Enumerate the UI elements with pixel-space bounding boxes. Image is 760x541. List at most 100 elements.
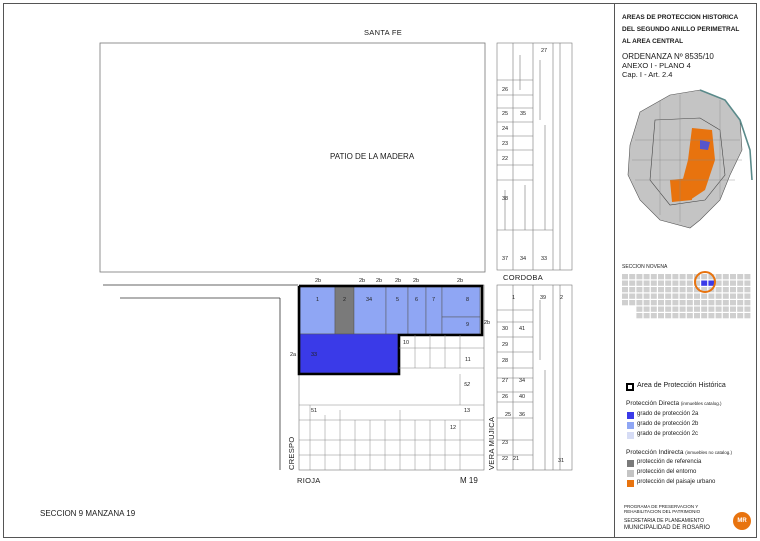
grid-block [679, 287, 686, 293]
lot-number: 27 [541, 48, 548, 54]
grid-block [715, 293, 722, 299]
grid-block [629, 274, 636, 280]
grid-block [737, 293, 744, 299]
grid-block [622, 274, 628, 280]
street-vera-mujica: VERA MUJICA [487, 416, 496, 470]
grid-block [744, 313, 751, 319]
grid-block [643, 274, 650, 280]
grid-block [701, 306, 708, 312]
grid-block [650, 274, 657, 280]
lot-number: 1 [316, 297, 320, 303]
lot-number: 40 [519, 394, 526, 400]
grade-label: 2b [484, 320, 491, 326]
lot-number: 36 [519, 412, 526, 418]
grid-block [636, 287, 643, 293]
legend-indirect-title: Protección Indirecta (inmuebles no catal… [626, 449, 732, 456]
lot-number: 34 [519, 378, 526, 384]
grid-block [636, 280, 643, 286]
grid-block [622, 293, 628, 299]
lot-number: 29 [502, 342, 509, 348]
lot-number: 37 [502, 256, 509, 262]
grade-label: 2b [457, 278, 464, 284]
crespo-edge [103, 284, 298, 470]
map-sheet: SANTA FE CORDOBA RIOJA CRESPO VERA MUJIC… [0, 0, 760, 541]
grid-block [708, 313, 715, 319]
grid-block [744, 306, 751, 312]
grid-block [650, 293, 657, 299]
grid-block [722, 293, 729, 299]
grid-block [701, 293, 708, 299]
grid-block [650, 287, 657, 293]
grid-block [665, 274, 672, 280]
lot-number: 33 [311, 352, 318, 358]
grid-block [672, 287, 679, 293]
grade-label: 2b [315, 278, 322, 284]
lot-number: 10 [403, 340, 410, 346]
legend-direct-title-text: Protección Directa [626, 400, 680, 407]
parcel-8 [441, 286, 481, 318]
grid-block [643, 313, 650, 319]
title-line-3: AL AREA CENTRAL [622, 38, 684, 45]
grid-block [629, 287, 636, 293]
legend-direct-sub: (inmuebles catalog.) [680, 401, 722, 406]
grid-block [708, 293, 715, 299]
grid-block [658, 306, 664, 312]
grid-block [737, 280, 744, 286]
grid-block [658, 280, 664, 286]
grid-block [622, 280, 628, 286]
grid-block [694, 306, 700, 312]
grid-block [701, 300, 708, 306]
grid-block [658, 293, 664, 299]
grid-block [715, 306, 722, 312]
grid-block [686, 274, 693, 280]
grid-block [744, 274, 751, 280]
grid-block [715, 280, 722, 286]
grid-block [658, 300, 664, 306]
parcel-5 [385, 286, 409, 335]
credits-municipalidad: MUNICIPALIDAD DE ROSARIO [624, 525, 710, 531]
lot-number: 24 [502, 126, 509, 132]
section-novena-grid [620, 271, 755, 327]
grid-block [636, 274, 643, 280]
lot-number: 2 [560, 295, 564, 301]
legend-direct-title: Protección Directa (inmuebles catalog.) [626, 400, 721, 407]
lot-number: 23 [502, 440, 509, 446]
grid-block [658, 287, 664, 293]
grid-block [737, 287, 744, 293]
manzana-code: M 19 [460, 476, 478, 485]
lot-number: 26 [502, 394, 509, 400]
lot-number: 8 [466, 297, 470, 303]
lot-number: 51 [311, 408, 318, 414]
grid-block [650, 306, 657, 312]
legend-entorno-label: protección del entorno [637, 469, 697, 475]
legend-paisaje-label: protección del paisaje urbano [637, 479, 716, 485]
grid-block [643, 306, 650, 312]
grid-block [737, 274, 744, 280]
legend-ref-swatch [627, 460, 634, 467]
grid-block [715, 313, 722, 319]
grid-block [730, 274, 736, 280]
lot-number: 22 [502, 156, 509, 162]
grid-block [686, 306, 693, 312]
lot-number: 22 [502, 456, 509, 462]
grid-block [730, 300, 736, 306]
parcel-7 [425, 286, 443, 335]
grid-block [737, 313, 744, 319]
grid-block [643, 287, 650, 293]
grid-block [679, 306, 686, 312]
lot-number: 27 [502, 378, 509, 384]
grid-block [672, 274, 679, 280]
grid-block [679, 274, 686, 280]
legend-2c-swatch [627, 432, 634, 439]
grid-block [636, 313, 643, 319]
grid-block [722, 313, 729, 319]
grid-block [737, 300, 744, 306]
grid-block [672, 306, 679, 312]
grid-block [679, 300, 686, 306]
grid-block [722, 274, 729, 280]
east-block-lower [496, 284, 573, 471]
lot-number: 1 [512, 295, 516, 301]
grid-block [694, 300, 700, 306]
grid-block [744, 300, 751, 306]
parcel-2 [334, 286, 355, 335]
